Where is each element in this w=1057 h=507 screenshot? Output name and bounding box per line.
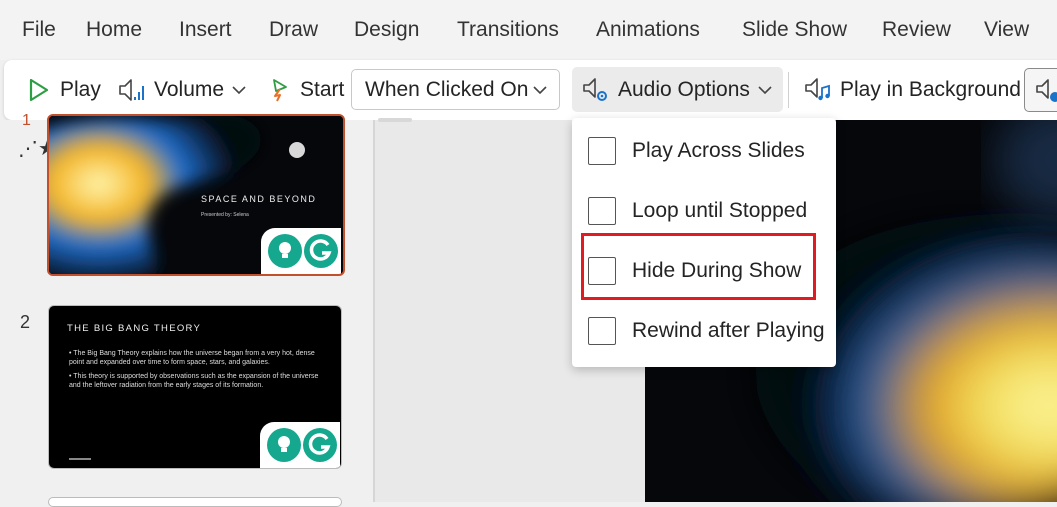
chevron-down-icon [758, 85, 772, 94]
menu-home[interactable]: Home [86, 18, 142, 42]
slide-2-bullets: • The Big Bang Theory explains how the u… [69, 350, 319, 389]
volume-button[interactable]: Volume [118, 60, 246, 120]
chevron-down-icon [533, 86, 547, 95]
menu-slide-show[interactable]: Slide Show [742, 18, 847, 42]
start-value: When Clicked On [365, 77, 529, 101]
play-label: Play [60, 78, 101, 101]
chevron-down-icon [232, 86, 246, 95]
speaker-volume-icon [119, 79, 144, 101]
menu-view[interactable]: View [984, 18, 1029, 42]
menu-review[interactable]: Review [882, 18, 951, 42]
slide-2-bullet: This theory is supported by observations… [69, 373, 319, 389]
audio-reset-icon [1036, 79, 1057, 102]
start-dropdown[interactable]: When Clicked On [351, 69, 560, 110]
play-in-background-button[interactable]: Play in Background [804, 60, 1021, 120]
play-in-background-label: Play in Background [840, 78, 1021, 101]
audio-options-icon [583, 77, 607, 101]
slide-thumbnail-3[interactable] [48, 497, 342, 507]
highlight-annotation [581, 233, 816, 300]
addin-badges [261, 228, 341, 274]
slide-number-1: 1 [22, 112, 31, 129]
start-label-group: Start [268, 60, 344, 120]
menu-bar: File Home Insert Draw Design Transitions… [0, 0, 1057, 60]
play-button[interactable]: Play [28, 60, 101, 120]
slide-footer [69, 458, 91, 460]
no-style-button[interactable] [1024, 68, 1057, 112]
menu-draw[interactable]: Draw [269, 18, 318, 42]
audio-options-button[interactable]: Audio Options [572, 67, 783, 112]
slide-1-subtitle: Presented by: Selena [201, 212, 249, 218]
addin-badges [260, 422, 340, 468]
slide-thumbnail-2[interactable]: THE BIG BANG THEORY • The Big Bang Theor… [48, 305, 342, 469]
grammarly-icon[interactable] [302, 427, 338, 463]
audio-options-label: Audio Options [618, 77, 750, 101]
rewind-after-playing-option[interactable]: Rewind after Playing [588, 316, 825, 346]
slide-number-2: 2 [20, 312, 31, 332]
checkbox[interactable] [588, 317, 616, 345]
option-label: Loop until Stopped [632, 199, 808, 222]
menu-transitions[interactable]: Transitions [457, 18, 559, 42]
menu-insert[interactable]: Insert [179, 18, 232, 42]
slide-2-title: THE BIG BANG THEORY [67, 323, 202, 334]
background-audio-icon [805, 78, 830, 101]
option-label: Rewind after Playing [632, 319, 825, 342]
start-trigger-icon [273, 79, 287, 102]
option-label: Play Across Slides [632, 139, 805, 162]
grammarly-icon[interactable] [303, 233, 339, 269]
menu-animations[interactable]: Animations [596, 18, 700, 42]
play-across-slides-option[interactable]: Play Across Slides [588, 136, 805, 166]
playback-ribbon: Play Volume Start When Clicked On Audio … [4, 60, 1057, 120]
ribbon-separator [788, 72, 789, 108]
checkbox[interactable] [588, 197, 616, 225]
volume-label: Volume [154, 78, 225, 101]
slide-1-title: SPACE AND BEYOND [201, 194, 317, 204]
scroll-indicator [378, 118, 412, 122]
checkbox[interactable] [588, 137, 616, 165]
lightbulb-icon[interactable] [267, 233, 303, 269]
menu-file[interactable]: File [22, 18, 56, 42]
play-icon [29, 78, 49, 102]
lightbulb-icon[interactable] [266, 427, 302, 463]
loop-until-stopped-option[interactable]: Loop until Stopped [588, 196, 807, 226]
menu-design[interactable]: Design [354, 18, 419, 42]
start-label: Start [300, 78, 345, 101]
slide-thumbnail-1[interactable]: SPACE AND BEYOND Presented by: Selena [47, 114, 345, 276]
slide-2-bullet: The Big Bang Theory explains how the uni… [69, 350, 315, 366]
